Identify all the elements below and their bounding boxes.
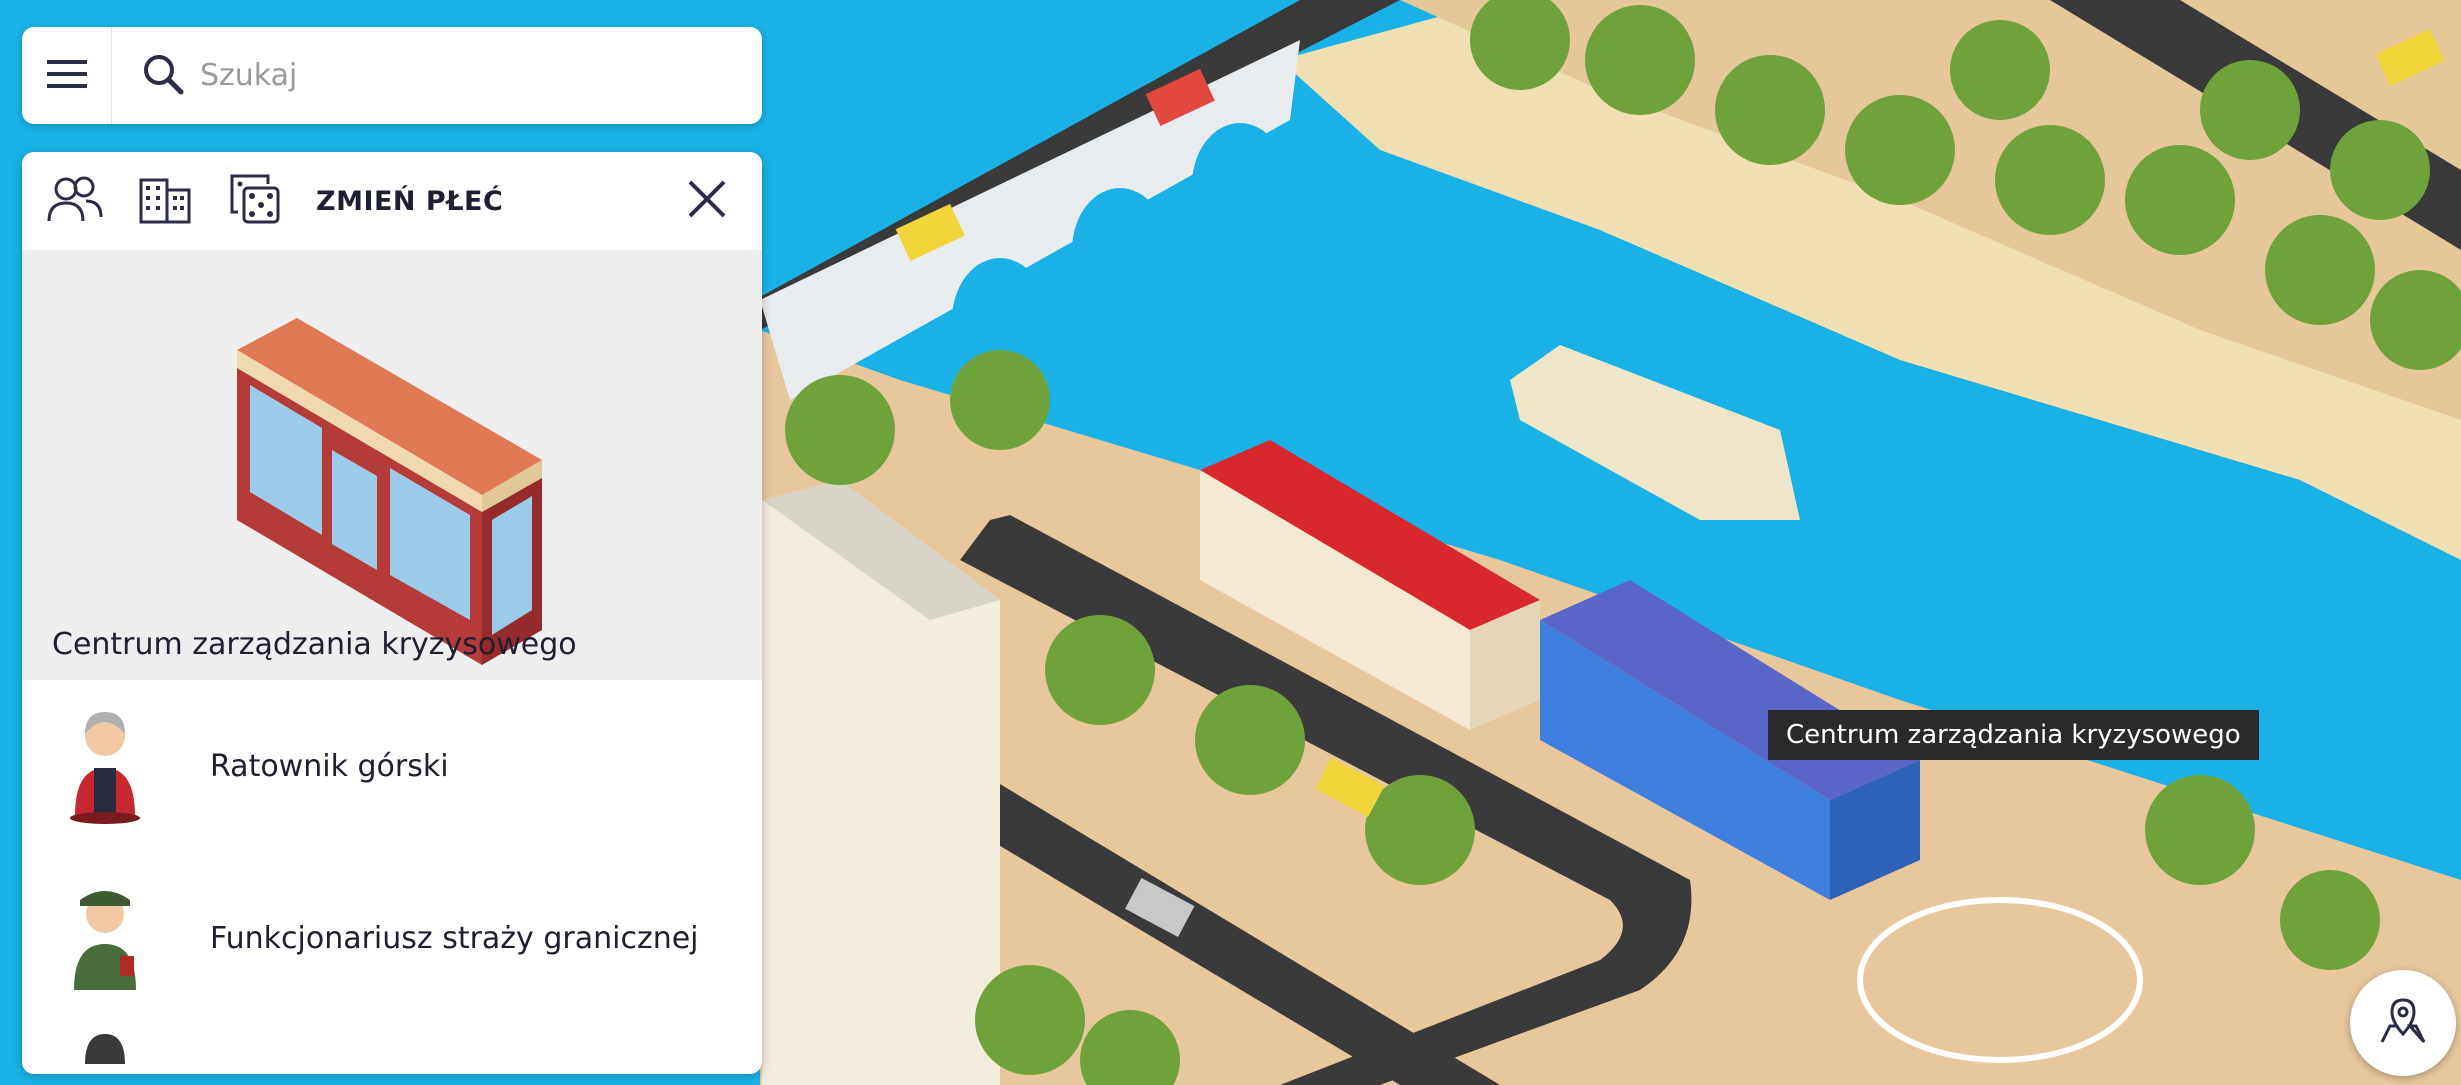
map-pin-icon (2376, 994, 2430, 1052)
search-bar (22, 27, 762, 124)
building-illustration (237, 318, 542, 665)
search-field-wrap (112, 53, 762, 99)
avatar (85, 1034, 125, 1064)
character-label: Funkcjonariusz straży granicznej (210, 920, 699, 956)
search-input[interactable] (198, 57, 762, 94)
mountain-rescuer-avatar (70, 712, 140, 824)
map-tooltip: Centrum zarządzania kryzysowego (1768, 710, 2259, 760)
random-button[interactable] (220, 166, 290, 236)
building-panel: ZMIEŃ PŁEĆ Centrum zarządzania kryzysowe… (22, 152, 762, 1074)
hamburger-icon (46, 58, 87, 94)
change-gender-button[interactable]: ZMIEŃ PŁEĆ (316, 186, 503, 217)
building-preview: Centrum zarządzania kryzysowego (22, 250, 762, 680)
character-item[interactable]: Funkcjonariusz straży granicznej (22, 852, 762, 1024)
buildings-button[interactable] (130, 166, 200, 236)
character-label: Ratownik górski (210, 748, 449, 784)
locate-button[interactable] (2350, 970, 2456, 1076)
border-guard-avatar (74, 891, 136, 990)
close-button[interactable] (672, 166, 742, 236)
people-button[interactable] (40, 166, 110, 236)
character-item[interactable] (22, 1024, 762, 1074)
menu-button[interactable] (22, 27, 112, 124)
character-item[interactable]: Ratownik górski (22, 680, 762, 852)
search-icon[interactable] (142, 53, 184, 99)
close-icon (687, 179, 727, 223)
dice-icon (228, 172, 282, 230)
building-icon (137, 174, 193, 228)
people-icon (46, 175, 104, 227)
panel-toolbar: ZMIEŃ PŁEĆ (22, 152, 762, 250)
building-title: Centrum zarządzania kryzysowego (52, 627, 577, 662)
